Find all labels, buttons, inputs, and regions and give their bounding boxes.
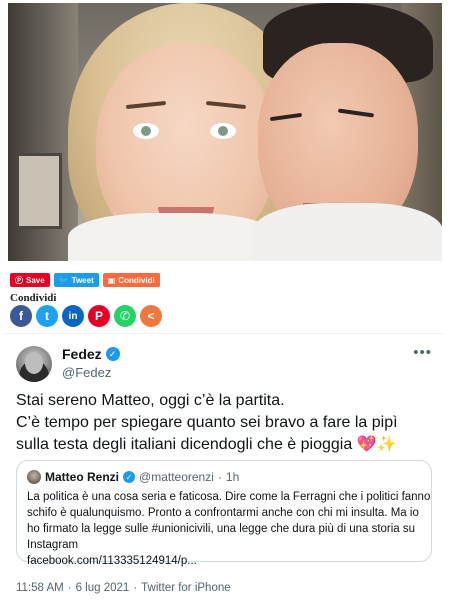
quoted-line: ho firmato la legge sulle #unionicivili,… [27, 523, 416, 535]
tweet-line: Stai sereno Matteo, oggi c’è la partita. [16, 392, 285, 409]
photo-robe [253, 203, 442, 261]
user-handle[interactable]: @Fedez [62, 365, 111, 380]
linkedin-icon[interactable]: in [62, 305, 84, 327]
quoted-avatar [27, 470, 41, 484]
tweet-source[interactable]: Twitter for iPhone [141, 582, 230, 594]
separator-dot: · [133, 582, 138, 594]
tweet-line: sulla testa degli italiani dicendogli ch… [16, 436, 397, 453]
quoted-time: 1h [225, 470, 240, 484]
verified-badge-icon: ✓ [123, 471, 136, 483]
display-name[interactable]: Fedez [62, 346, 102, 362]
more-options-icon[interactable]: ••• [413, 344, 432, 361]
share-icon[interactable]: < [140, 305, 162, 327]
photo-robe [68, 213, 278, 261]
save-button[interactable]: Ⓟ Save [10, 273, 50, 287]
tweet-time[interactable]: 11:58 AM [16, 582, 64, 594]
quoted-tweet-header: Matteo Renzi ✓ @matteorenzi · 1h [27, 470, 239, 484]
pinterest-icon: Ⓟ [15, 275, 23, 285]
tweet-text: Stai sereno Matteo, oggi c’è la partita.… [16, 390, 436, 456]
quoted-tweet[interactable]: Matteo Renzi ✓ @matteorenzi · 1h La poli… [16, 460, 432, 567]
photo-window [16, 153, 62, 229]
tweet-author: Fedez ✓ [62, 346, 120, 362]
tweet-button[interactable]: 🐦 Tweet [53, 273, 99, 287]
quoted-display-name: Matteo Renzi [45, 470, 120, 484]
tweet-line: C’è tempo per spiegare quanto sei bravo … [16, 414, 398, 431]
tweet-meta: 11:58 AM · 6 lug 2021 · Twitter for iPho… [16, 582, 231, 594]
facebook-icon[interactable]: f [10, 305, 32, 327]
quoted-line: schifo è qualunquismo. Pronto a confront… [27, 507, 419, 519]
twitter-icon[interactable]: t [36, 305, 58, 327]
photo-eye [133, 123, 159, 139]
quoted-link[interactable]: facebook.com/113335124914/p... [27, 553, 423, 569]
condividi-button[interactable]: ▣ Condividi [102, 273, 160, 287]
avatar[interactable] [16, 346, 52, 382]
condividi-button-label: Condividi [118, 275, 155, 285]
social-share-icons: f t in P ✆ < [10, 305, 162, 327]
separator-dot: · [217, 470, 222, 484]
tweet-date[interactable]: 6 lug 2021 [76, 582, 130, 594]
photo-eye [210, 123, 236, 139]
verified-badge-icon: ✓ [105, 347, 120, 361]
quoted-line: La politica è una cosa seria e faticosa.… [27, 491, 431, 503]
share-buttons-row: Ⓟ Save 🐦 Tweet ▣ Condividi [10, 273, 160, 287]
separator-dot: · [67, 582, 72, 594]
save-button-label: Save [26, 275, 45, 285]
quoted-line: Instagram [27, 539, 79, 551]
share-icon: ▣ [107, 275, 116, 285]
twitter-icon: 🐦 [58, 275, 69, 285]
quoted-handle: @matteorenzi [139, 470, 214, 484]
whatsapp-icon[interactable]: ✆ [114, 305, 136, 327]
pinterest-icon[interactable]: P [88, 305, 110, 327]
share-section-label: Condividi [10, 292, 57, 304]
tweet-button-label: Tweet [71, 275, 94, 285]
hero-photo [8, 3, 442, 261]
tweet-card[interactable]: Fedez ✓ @Fedez ••• Stai sereno Matteo, o… [4, 333, 444, 598]
quoted-tweet-text: La politica è una cosa seria e faticosa.… [27, 489, 431, 569]
